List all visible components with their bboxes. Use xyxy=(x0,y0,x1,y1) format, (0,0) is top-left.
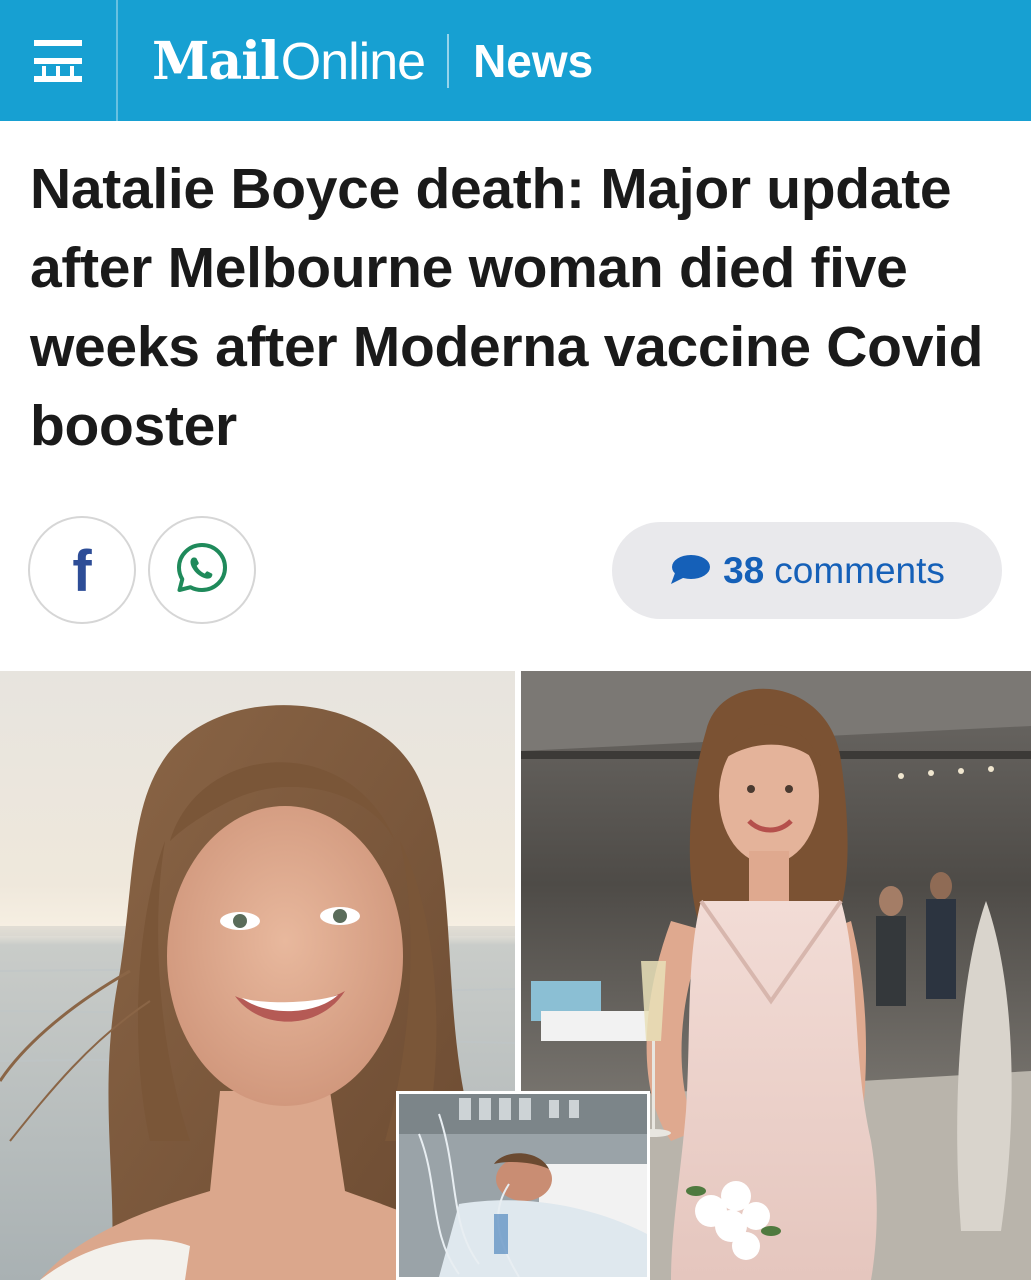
whatsapp-share-button[interactable] xyxy=(148,516,256,624)
comments-label: comments xyxy=(774,549,945,591)
hamburger-menu-icon xyxy=(32,36,84,86)
header-divider xyxy=(447,33,450,88)
speech-bubble-icon xyxy=(669,549,723,592)
logo-mail-text: Mail xyxy=(152,30,280,92)
comments-count: 38 xyxy=(723,549,765,591)
facebook-share-button[interactable]: f xyxy=(28,516,136,624)
facebook-icon: f xyxy=(72,539,92,604)
mailonline-logo[interactable]: Mail Online xyxy=(152,30,426,92)
article-image-collage[interactable] xyxy=(0,671,1031,1280)
article-headline: Natalie Boyce death: Major update after … xyxy=(30,157,984,458)
menu-button[interactable] xyxy=(0,0,118,121)
photo-hospital-bed[interactable] xyxy=(396,1091,650,1280)
section-news-link[interactable]: News xyxy=(473,31,593,91)
logo-online-text: Online xyxy=(280,32,426,91)
comments-button[interactable]: 38 comments xyxy=(612,522,1002,619)
top-navigation-bar: Mail Online News xyxy=(0,0,1031,121)
whatsapp-icon xyxy=(174,540,230,601)
